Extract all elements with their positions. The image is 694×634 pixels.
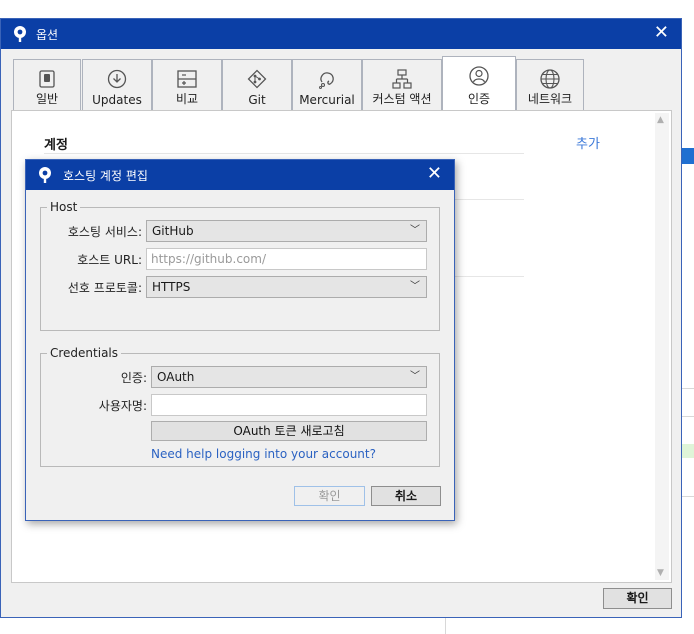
dialog-close-icon[interactable]: ✕ [427,164,442,184]
credentials-group-legend: Credentials [50,346,119,360]
tab-authentication[interactable]: 인증 [442,56,516,110]
tab-updates[interactable]: Updates [82,59,152,110]
chevron-down-icon: ﹀ [410,281,420,292]
accounts-divider [44,153,524,154]
host-url-placeholder: https://github.com/ [151,252,266,266]
options-close-icon[interactable]: ✕ [654,23,669,43]
dialog-title: 호스팅 계정 편집 [63,169,148,183]
account-row-divider [452,199,524,200]
dialog-ok-button[interactable]: 확인 [294,486,365,506]
edit-hosting-account-dialog: 호스팅 계정 편집 ✕ Host 호스팅 서비스: GitHub ﹀ 호스트 U… [25,159,455,521]
protocol-value: HTTPS [152,280,191,294]
auth-value: OAuth [157,370,195,384]
host-url-input[interactable]: https://github.com/ [146,248,427,270]
tab-label: Git [248,93,266,107]
tab-label: 비교 [175,92,199,106]
refresh-oauth-token-button[interactable]: OAuth 토큰 새로고침 [151,421,427,441]
host-url-label: 호스트 URL: [77,253,142,267]
tab-diff[interactable]: 비교 [152,59,222,110]
scroll-down-icon[interactable]: ▼ [657,568,664,578]
git-icon [247,69,267,89]
add-account-link[interactable]: 추가 [576,133,600,152]
accounts-heading: 계정 [44,138,68,153]
tab-network[interactable]: 네트워크 [516,59,584,110]
custom-action-icon [392,69,412,89]
auth-select[interactable]: OAuth ﹀ [151,366,427,388]
host-group-legend: Host [50,200,78,214]
hosting-service-label: 호스팅 서비스: [67,225,142,239]
background-divider [681,388,694,389]
tab-label: 네트워크 [527,92,573,106]
options-titlebar: 옵션 ✕ [1,19,681,49]
tab-label: Updates [92,93,142,107]
dialog-cancel-button[interactable]: 취소 [371,486,441,506]
options-ok-button[interactable]: 확인 [603,588,672,609]
background-selection-strip [681,148,694,164]
tab-general[interactable]: 일반 [13,59,81,110]
sourcetree-logo-icon [39,167,51,183]
diff-icon [177,70,197,88]
tab-label: Mercurial [299,93,355,107]
background-divider [681,496,694,497]
username-label: 사용자명: [98,399,147,413]
hosting-service-select[interactable]: GitHub ﹀ [146,220,427,242]
auth-label: 인증: [120,371,147,385]
background-divider [445,618,446,634]
download-icon [107,69,127,89]
protocol-select[interactable]: HTTPS ﹀ [146,276,427,298]
sourcetree-logo-icon [14,26,26,42]
login-help-link[interactable]: Need help logging into your account? [151,447,376,461]
user-icon [469,66,489,86]
hosting-service-value: GitHub [152,224,194,238]
tab-mercurial[interactable]: Mercurial [292,59,362,110]
account-row-divider [452,276,524,277]
chevron-down-icon: ﹀ [410,225,420,236]
options-title: 옵션 [36,28,59,42]
tab-custom-actions[interactable]: 커스텀 액션 [362,59,442,110]
protocol-label: 선호 프로토콜: [67,281,142,295]
mercurial-icon [319,72,334,89]
scroll-up-icon[interactable]: ▲ [657,115,664,125]
background-row-highlight [681,444,694,458]
switch-icon [39,70,55,88]
tab-label: 일반 [35,92,59,106]
background-divider [681,416,694,417]
username-input[interactable] [151,394,427,416]
tab-label: 인증 [467,92,491,106]
tab-label: 커스텀 액션 [372,92,432,106]
accounts-scrollbar[interactable]: ▲ ▼ [655,113,669,580]
chevron-down-icon: ﹀ [410,371,420,382]
dialog-titlebar: 호스팅 계정 편집 ✕ [26,160,454,190]
tab-git[interactable]: Git [222,59,292,110]
globe-icon [540,69,560,89]
